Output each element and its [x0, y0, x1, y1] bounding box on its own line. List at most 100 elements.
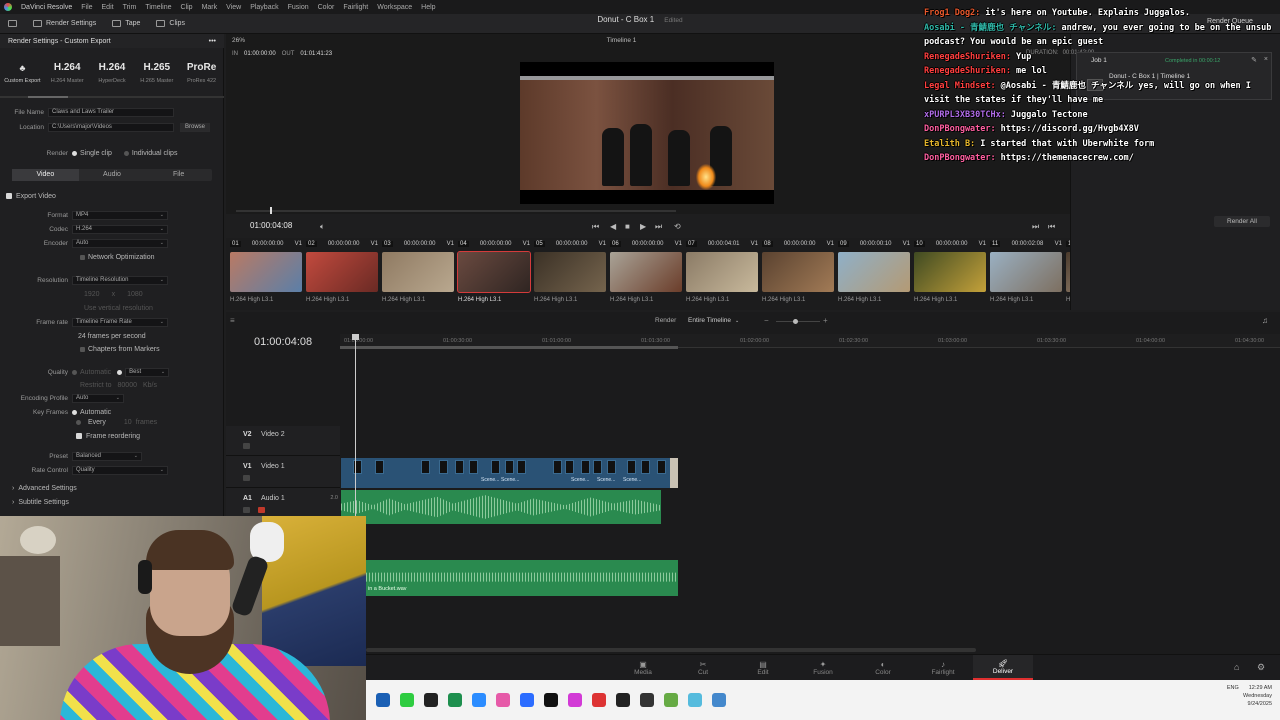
zoom-slider-handle[interactable] — [793, 319, 798, 324]
video-clip-thumb[interactable] — [581, 460, 590, 474]
advanced-settings-row[interactable]: › Advanced Settings — [0, 482, 224, 494]
file-name-input[interactable]: Claws and Laws Trailer — [48, 107, 174, 117]
rate-control-select[interactable]: Quality ⌄ — [72, 465, 168, 475]
page-fusion[interactable]: ✦ Fusion — [793, 655, 853, 680]
video-clip-thumb[interactable] — [421, 460, 430, 474]
timeline-scrollbar[interactable] — [366, 648, 976, 652]
clip-thumbnail[interactable] — [686, 252, 758, 292]
next-job-icon[interactable]: ⏭︎ — [1032, 222, 1039, 232]
video-clip-thumb[interactable] — [565, 460, 574, 474]
video-clip-thumb[interactable] — [375, 460, 384, 474]
page-edit[interactable]: ▤ Edit — [733, 655, 793, 680]
page-media[interactable]: ▣ Media — [613, 655, 673, 680]
menu-help[interactable]: Help — [421, 4, 435, 11]
clip-thumbnail[interactable] — [382, 252, 454, 292]
render-range-select[interactable]: Entire Timeline ⌄ — [684, 315, 746, 326]
kf-value[interactable]: 10 — [124, 419, 132, 426]
reverse-icon[interactable]: ◀︎ — [610, 222, 616, 231]
clip-thumbnail-item[interactable]: 10 00:00:00:00 V1 H.264 High L3.1 — [912, 238, 988, 310]
menu-view[interactable]: View — [226, 4, 241, 11]
go-to-start-icon[interactable]: ⏮︎ — [592, 222, 599, 232]
clips-button[interactable]: Clips — [148, 20, 193, 27]
video-clip-thumb[interactable] — [455, 460, 464, 474]
video-clip-thumb[interactable] — [607, 460, 616, 474]
system-tray[interactable]: ENG 12:29 AM Wednesday 9/24/2025 — [1227, 684, 1272, 708]
video-clip-thumb[interactable] — [657, 460, 666, 474]
chapters-checkbox[interactable] — [80, 346, 85, 352]
clip-thumbnail[interactable] — [990, 252, 1062, 292]
stop-icon[interactable]: ■ — [625, 222, 630, 231]
video-clip-thumb[interactable] — [627, 460, 636, 474]
preset-1[interactable]: H.264 H.264 Master — [45, 50, 90, 94]
restrict-label[interactable]: Restrict to — [80, 382, 112, 389]
loop-icon[interactable]: ⟲ — [674, 222, 681, 231]
zoom-level[interactable]: 26% — [232, 37, 245, 44]
app-icon[interactable] — [496, 693, 510, 707]
menu-mark[interactable]: Mark — [202, 4, 218, 11]
menu-edit[interactable]: Edit — [102, 4, 114, 11]
playhead[interactable] — [352, 334, 359, 524]
render-settings-button[interactable]: Render Settings — [25, 20, 104, 27]
video-clip-thumb[interactable] — [553, 460, 562, 474]
playhead-handle[interactable] — [352, 334, 359, 340]
page-color[interactable]: ◐ Color — [853, 655, 913, 680]
res-height[interactable]: 1080 — [127, 291, 143, 298]
timeline-options-icon[interactable]: ≡ — [230, 316, 235, 325]
clip-thumbnail[interactable] — [838, 252, 910, 292]
app-icon[interactable] — [592, 693, 606, 707]
app-icon[interactable] — [424, 693, 438, 707]
video-clip-end[interactable] — [670, 458, 678, 488]
menu-timeline[interactable]: Timeline — [145, 4, 171, 11]
subtitle-settings-row[interactable]: › Subtitle Settings — [0, 496, 224, 508]
codec-select[interactable]: H.264 ⌄ — [72, 224, 168, 234]
network-opt-checkbox[interactable] — [80, 254, 85, 260]
home-icon[interactable]: ⌂ — [1234, 662, 1239, 672]
export-video-checkbox[interactable] — [6, 193, 12, 199]
preset-4[interactable]: ProRe ProRes 422 — [179, 50, 224, 94]
encoder-select[interactable]: Auto ⌄ — [72, 238, 168, 248]
clip-thumbnail-item[interactable]: 08 00:00:00:00 V1 H.264 High L3.1 — [760, 238, 836, 310]
video-clip-thumb[interactable] — [491, 460, 500, 474]
quality-auto-radio[interactable] — [72, 369, 77, 375]
edge-icon[interactable] — [472, 693, 486, 707]
preset-3[interactable]: H.265 H.265 Master — [134, 50, 179, 94]
video-1-clips[interactable]: Scene... Scene... Scene... Scene... Scene... — [341, 458, 678, 488]
mute-icon[interactable] — [258, 507, 265, 513]
spotify-icon[interactable] — [400, 693, 414, 707]
clip-thumbnail[interactable] — [914, 252, 986, 292]
kf-every-radio[interactable] — [76, 419, 81, 425]
resolution-select[interactable]: Timeline Resolution ⌄ — [72, 275, 168, 285]
individual-clips-radio[interactable] — [123, 150, 129, 156]
app-icon[interactable] — [568, 693, 582, 707]
video-clip-thumb[interactable] — [593, 460, 602, 474]
preset-2[interactable]: H.264 HyperDeck — [90, 50, 135, 94]
gear-icon[interactable]: ⚙︎ — [1257, 662, 1265, 673]
page-cut[interactable]: ✂︎ Cut — [673, 655, 733, 680]
clip-thumbnail[interactable] — [610, 252, 682, 292]
clip-thumbnail-item[interactable]: 01 00:00:00:00 V1 H.264 High L3.1 — [228, 238, 304, 310]
clip-thumbnail[interactable] — [762, 252, 834, 292]
audio-1-clip[interactable] — [341, 490, 661, 524]
location-input[interactable]: C:\Users\major\Videos — [48, 122, 174, 132]
kbps-value[interactable]: 80000 — [118, 382, 137, 389]
video-clip-thumb[interactable] — [505, 460, 514, 474]
menu-fusion[interactable]: Fusion — [288, 4, 309, 11]
page-deliver[interactable]: 🚀︎ Deliver — [973, 655, 1033, 680]
video-preview[interactable] — [520, 62, 774, 204]
clip-thumbnail-item[interactable]: 05 00:00:00:00 V1 H.264 High L3.1 — [532, 238, 608, 310]
menu-trim[interactable]: Trim — [123, 4, 137, 11]
render-all-button[interactable]: Render All — [1214, 216, 1270, 227]
windows-start-icon[interactable] — [376, 693, 390, 707]
zoom-slider[interactable] — [776, 321, 820, 322]
menu-clip[interactable]: Clip — [181, 4, 193, 11]
zoom-in-icon[interactable]: + — [823, 316, 828, 325]
menu-fairlight[interactable]: Fairlight — [343, 4, 368, 11]
single-clip-radio[interactable] — [72, 150, 77, 156]
volume-icon[interactable]: 🔈︎ — [320, 222, 325, 232]
track-toggle-icon[interactable] — [243, 443, 250, 449]
menu-playback[interactable]: Playback — [250, 4, 278, 11]
encoding-profile-select[interactable]: Auto ⌄ — [72, 393, 124, 403]
res-width[interactable]: 1920 — [84, 291, 100, 298]
more-options-button[interactable]: ••• — [209, 38, 216, 45]
app-icon[interactable] — [712, 693, 726, 707]
